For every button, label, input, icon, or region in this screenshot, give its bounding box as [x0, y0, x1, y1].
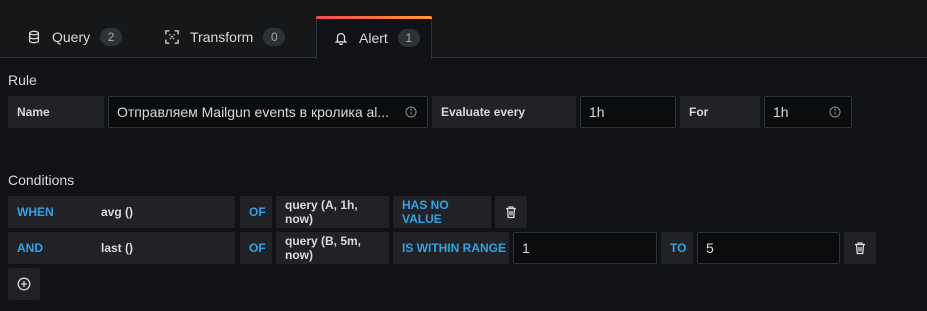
- rule-section-title: Rule: [8, 72, 37, 88]
- conditions-section-title: Conditions: [8, 172, 75, 188]
- tab-query-count: 2: [100, 28, 123, 46]
- delete-condition-button[interactable]: [844, 232, 876, 264]
- range-from-input[interactable]: 1: [513, 232, 657, 264]
- condition-keyword-and[interactable]: AND: [8, 232, 96, 264]
- tab-alert-count: 1: [397, 29, 420, 47]
- database-icon: [26, 29, 42, 45]
- trash-icon: [855, 242, 865, 255]
- name-input-value: Отправляем Mailgun events в кролика al..…: [117, 104, 390, 120]
- for-input[interactable]: 1h: [764, 96, 852, 128]
- tab-bar: Query 2 Transform 0 Alert 1: [0, 0, 927, 59]
- condition-query[interactable]: query (A, 1h, now): [276, 196, 389, 228]
- name-input[interactable]: Отправляем Mailgun events в кролика al..…: [108, 96, 428, 128]
- for-value: 1h: [773, 104, 789, 120]
- condition-query[interactable]: query (B, 5m, now): [276, 232, 389, 264]
- range-to-input[interactable]: 5: [697, 232, 840, 264]
- tab-transform-count: 0: [263, 28, 286, 46]
- tab-query-label: Query: [52, 29, 91, 45]
- add-condition-button[interactable]: [8, 268, 40, 300]
- info-icon[interactable]: [405, 106, 417, 118]
- bell-icon: [333, 30, 349, 46]
- transform-icon: [164, 29, 180, 45]
- condition-of-label: OF: [240, 196, 272, 228]
- delete-condition-button[interactable]: [495, 196, 527, 228]
- evaluate-every-input[interactable]: 1h: [580, 96, 676, 128]
- tab-alert[interactable]: Alert 1: [316, 16, 432, 59]
- condition-evaluator[interactable]: HAS NO VALUE: [393, 196, 491, 228]
- tab-query[interactable]: Query 2: [26, 16, 123, 58]
- tab-alert-label: Alert: [359, 30, 388, 46]
- trash-icon: [506, 206, 516, 219]
- condition-keyword-when[interactable]: WHEN: [8, 196, 96, 228]
- condition-reducer[interactable]: last (): [92, 232, 235, 264]
- condition-of-label: OF: [240, 232, 272, 264]
- range-to-value: 5: [706, 240, 714, 256]
- name-label: Name: [8, 96, 104, 128]
- range-from-value: 1: [522, 240, 530, 256]
- condition-evaluator[interactable]: IS WITHIN RANGE: [393, 232, 509, 264]
- range-to-label: TO: [661, 232, 693, 264]
- condition-reducer[interactable]: avg (): [92, 196, 235, 228]
- info-icon[interactable]: [829, 106, 841, 118]
- tab-transform[interactable]: Transform 0: [164, 16, 286, 58]
- plus-circle-icon: [17, 277, 31, 291]
- evaluate-every-value: 1h: [589, 104, 605, 120]
- for-label: For: [680, 96, 760, 128]
- evaluate-every-label: Evaluate every: [432, 96, 576, 128]
- tab-transform-label: Transform: [190, 29, 254, 45]
